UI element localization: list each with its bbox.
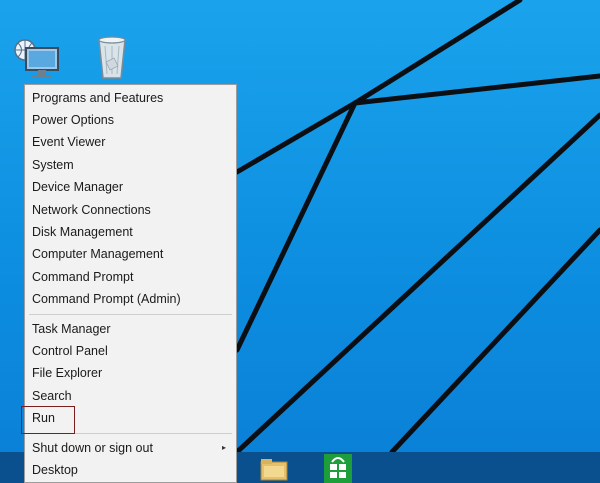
menu-item-computer-management[interactable]: Computer Management: [25, 243, 236, 265]
store-icon: [324, 454, 352, 483]
menu-item-file-explorer[interactable]: File Explorer: [25, 362, 236, 384]
store-taskbar-button[interactable]: [318, 452, 358, 483]
menu-item-search[interactable]: Search: [25, 385, 236, 407]
menu-item-desktop[interactable]: Desktop: [25, 459, 236, 481]
menu-item-command-prompt-admin[interactable]: Command Prompt (Admin): [25, 288, 236, 310]
file-explorer-icon: [260, 459, 288, 481]
menu-item-power-options[interactable]: Power Options: [25, 109, 236, 131]
run-highlight-box: [21, 406, 75, 434]
menu-item-device-manager[interactable]: Device Manager: [25, 176, 236, 198]
recycle-bin-icon[interactable]: [92, 34, 132, 80]
file-explorer-taskbar-button[interactable]: [252, 452, 292, 483]
menu-item-shut-down-or-sign-out[interactable]: Shut down or sign out ▸: [25, 437, 236, 459]
menu-item-system[interactable]: System: [25, 154, 236, 176]
menu-separator: [29, 314, 232, 315]
menu-item-control-panel[interactable]: Control Panel: [25, 340, 236, 362]
network-icon[interactable]: [10, 36, 62, 82]
menu-item-command-prompt[interactable]: Command Prompt: [25, 266, 236, 288]
submenu-arrow-icon: ▸: [221, 443, 226, 452]
menu-item-network-connections[interactable]: Network Connections: [25, 199, 236, 221]
menu-item-disk-management[interactable]: Disk Management: [25, 221, 236, 243]
menu-item-event-viewer[interactable]: Event Viewer: [25, 131, 236, 153]
menu-item-programs-and-features[interactable]: Programs and Features: [25, 87, 236, 109]
menu-item-label: Shut down or sign out: [32, 441, 153, 455]
menu-item-task-manager[interactable]: Task Manager: [25, 318, 236, 340]
